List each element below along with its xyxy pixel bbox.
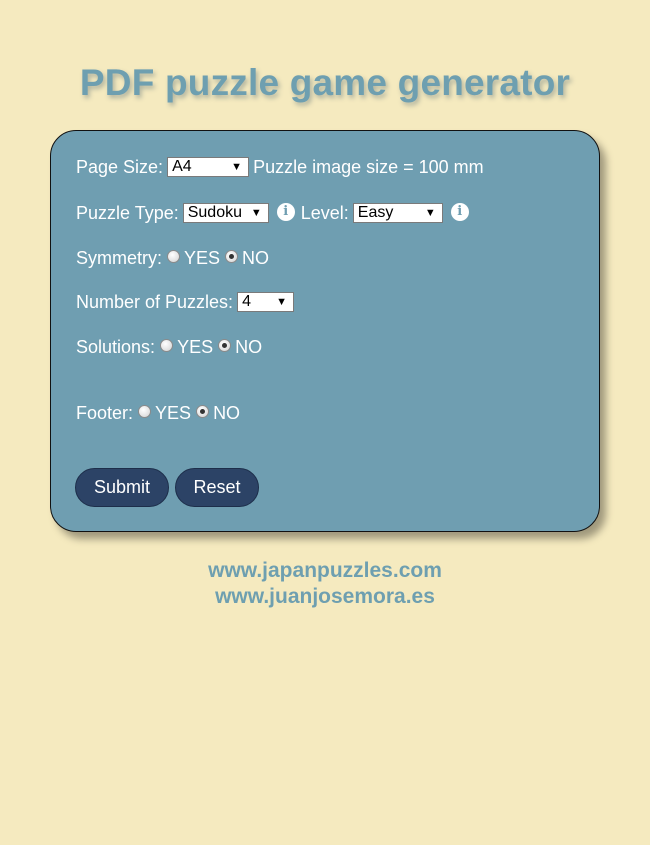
dropdown-arrow-icon: ▼ [276, 296, 288, 308]
symmetry-label: Symmetry: [76, 247, 163, 268]
level-select[interactable]: Easy ▼ [352, 203, 443, 223]
image-size-text: Puzzle image size = 100 mm [253, 156, 484, 177]
puzzle-type-row: Puzzle Type: Sudoku ▼ i Level: Easy ▼ i [76, 201, 475, 225]
footer-yes-radio[interactable] [138, 404, 152, 418]
number-of-puzzles-select[interactable]: 4 ▼ [237, 292, 295, 312]
submit-button[interactable]: Submit [75, 468, 169, 507]
symmetry-no-radio[interactable] [225, 249, 239, 263]
page-size-label: Page Size: [76, 156, 164, 177]
number-of-puzzles-row: Number of Puzzles: 4 ▼ [76, 290, 298, 314]
page-size-row: Page Size: A4 ▼ Puzzle image size = 100 … [76, 155, 484, 179]
level-label: Level: [300, 202, 349, 223]
symmetry-yes-radio[interactable] [167, 249, 181, 263]
level-value: Easy [357, 204, 394, 221]
footer-label: Footer: [76, 402, 134, 423]
page-size-value: A4 [172, 158, 192, 175]
link-japanpuzzles[interactable]: www.japanpuzzles.com [0, 559, 650, 583]
puzzle-type-info-icon[interactable]: i [276, 203, 295, 221]
puzzle-type-label: Puzzle Type: [76, 202, 179, 223]
reset-button[interactable]: Reset [175, 468, 259, 507]
number-of-puzzles-value: 4 [242, 293, 251, 310]
solutions-yes-radio[interactable] [160, 338, 174, 352]
solutions-row: Solutions: YES NO [76, 335, 262, 359]
link-juanjosemora[interactable]: www.juanjosemora.es [0, 585, 650, 609]
number-of-puzzles-label: Number of Puzzles: [76, 291, 234, 312]
dropdown-arrow-icon: ▼ [231, 161, 243, 173]
generator-form: Page Size: A4 ▼ Puzzle image size = 100 … [50, 130, 600, 532]
dropdown-arrow-icon: ▼ [424, 207, 436, 219]
footer-row: Footer: YES NO [76, 401, 240, 425]
level-info-icon[interactable]: i [450, 203, 469, 221]
solutions-no-label: NO [235, 336, 263, 357]
footer-no-label: NO [213, 402, 241, 423]
symmetry-yes-label: YES [184, 247, 221, 268]
page-title: PDF puzzle game generator [79, 62, 571, 103]
page-size-select[interactable]: A4 ▼ [167, 157, 250, 177]
symmetry-row: Symmetry: YES NO [76, 246, 269, 270]
symmetry-no-label: NO [242, 247, 270, 268]
solutions-label: Solutions: [76, 336, 156, 357]
footer-no-radio[interactable] [196, 404, 210, 418]
puzzle-type-select[interactable]: Sudoku ▼ [182, 203, 269, 223]
solutions-no-radio[interactable] [218, 338, 232, 352]
dropdown-arrow-icon: ▼ [250, 207, 262, 219]
footer-yes-label: YES [155, 402, 192, 423]
puzzle-type-value: Sudoku [187, 204, 242, 221]
solutions-yes-label: YES [177, 336, 214, 357]
